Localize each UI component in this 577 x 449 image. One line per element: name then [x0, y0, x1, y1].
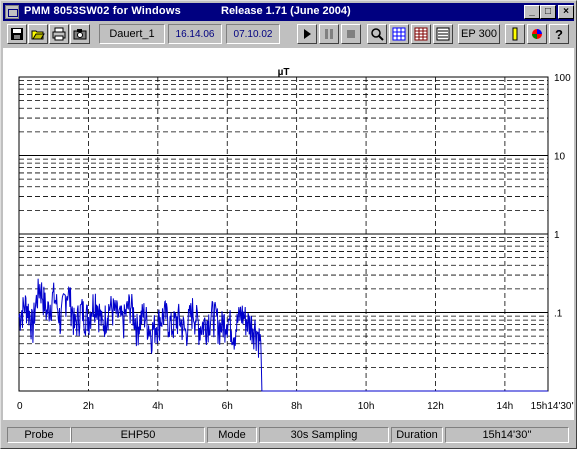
- table-button[interactable]: [411, 24, 431, 44]
- plot-area[interactable]: µT 100 10 1 .1 0 2h 4h 6h 8h 10h 12h 14h 15h14'30'': [3, 48, 575, 420]
- help-button[interactable]: ?: [549, 24, 569, 44]
- pause-button[interactable]: [319, 24, 339, 44]
- table-icon: [414, 27, 428, 41]
- grid-icon: [392, 27, 406, 41]
- mode-label: Mode: [218, 429, 246, 441]
- date-display: 07.10.02: [226, 24, 280, 44]
- svg-text:?: ?: [555, 27, 563, 41]
- field-chart: µT 100 10 1 .1 0 2h 4h 6h 8h 10h 12h 14h 15h14'30'': [17, 67, 575, 412]
- help-icon: ?: [555, 27, 563, 41]
- title-bar[interactable]: PMM 8053SW02 for Windows Release 1.71 (J…: [3, 3, 574, 21]
- minimize-button[interactable]: _: [524, 5, 540, 19]
- y-tick-label: 10: [554, 152, 566, 163]
- x-tick-label: 10h: [358, 401, 375, 412]
- toolbar: Dauert_1 16.14.06 07.10.02 EP 300 ?: [3, 22, 574, 46]
- y-tick-label: 100: [554, 73, 571, 84]
- duration-label-cell: Duration: [391, 427, 443, 443]
- station-name-field[interactable]: Dauert_1: [99, 24, 165, 44]
- window-title: PMM 8053SW02 for Windows: [24, 5, 181, 17]
- time-value: 16.14.06: [175, 28, 215, 40]
- probe-value: EHP50: [120, 429, 156, 441]
- save-button[interactable]: [7, 24, 27, 44]
- time-display: 16.14.06: [168, 24, 222, 44]
- duration-label: Duration: [396, 429, 438, 441]
- close-button[interactable]: ×: [558, 5, 574, 19]
- camera-icon: [73, 29, 87, 40]
- x-tick-label: 15h14'30'': [531, 401, 574, 412]
- maximize-button[interactable]: □: [540, 5, 556, 19]
- x-tick-label: 14h: [497, 401, 514, 412]
- x-tick-label: 12h: [427, 401, 444, 412]
- ep-label: EP 300: [461, 28, 497, 40]
- x-tick-label: 6h: [222, 401, 233, 412]
- open-button[interactable]: [28, 24, 48, 44]
- unit-label: µT: [278, 67, 290, 78]
- save-icon: [11, 28, 23, 40]
- date-value: 07.10.02: [233, 28, 273, 40]
- stop-button[interactable]: [341, 24, 361, 44]
- color-icon: [532, 29, 542, 39]
- zoom-icon: [371, 28, 384, 41]
- ep-button[interactable]: EP 300: [458, 24, 500, 44]
- probe-label-cell: Probe: [7, 427, 71, 443]
- duration-value-cell: 15h14'30'': [445, 427, 569, 443]
- x-tick-label: 0: [17, 401, 23, 412]
- stop-icon: [347, 30, 355, 38]
- color-button[interactable]: [527, 24, 547, 44]
- open-icon: [31, 30, 45, 40]
- probe-value-cell: EHP50: [71, 427, 205, 443]
- list-button[interactable]: [433, 24, 453, 44]
- y-tick-label: .1: [554, 309, 563, 320]
- mode-value-cell: 30s Sampling: [259, 427, 389, 443]
- zoom-button[interactable]: [367, 24, 387, 44]
- y-tick-label: 1: [554, 230, 560, 241]
- grid-button[interactable]: [389, 24, 409, 44]
- pause-icon: [325, 29, 333, 39]
- list-icon: [436, 27, 450, 41]
- app-icon[interactable]: [5, 5, 19, 19]
- print-icon: [52, 27, 66, 41]
- probe-button[interactable]: [505, 24, 525, 44]
- x-tick-label: 4h: [152, 401, 163, 412]
- mode-value: 30s Sampling: [290, 429, 358, 441]
- x-tick-label: 2h: [83, 401, 94, 412]
- duration-value: 15h14'30'': [482, 429, 532, 441]
- x-tick-label: 8h: [291, 401, 302, 412]
- probe-label: Probe: [24, 429, 54, 441]
- play-button[interactable]: [297, 24, 317, 44]
- application-window: PMM 8053SW02 for Windows Release 1.71 (J…: [0, 0, 577, 449]
- station-name: Dauert_1: [109, 28, 155, 40]
- camera-button[interactable]: [70, 24, 90, 44]
- field-trace: [18, 278, 548, 392]
- probe-icon: [512, 27, 518, 41]
- release-label: Release 1.71 (June 2004): [221, 5, 351, 17]
- mode-label-cell: Mode: [207, 427, 257, 443]
- play-icon: [304, 29, 311, 39]
- status-bar: Probe EHP50 Mode 30s Sampling Duration 1…: [3, 425, 574, 445]
- print-button[interactable]: [49, 24, 69, 44]
